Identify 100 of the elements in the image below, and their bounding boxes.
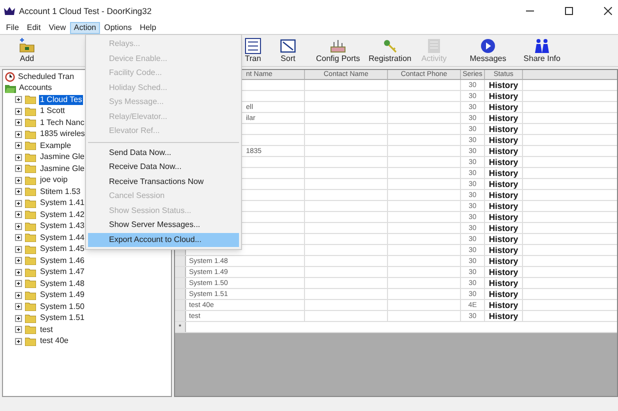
expand-icon[interactable] xyxy=(15,96,22,104)
expand-icon[interactable] xyxy=(15,188,22,196)
tree-item[interactable]: System 1.42 xyxy=(39,210,86,220)
expand-icon[interactable] xyxy=(15,130,22,138)
expand-icon[interactable] xyxy=(15,108,22,115)
expand-icon[interactable] xyxy=(15,200,22,207)
status-cell: History xyxy=(485,179,523,189)
status-cell: History xyxy=(485,102,523,112)
menu-entry[interactable]: Export Account to Cloud... xyxy=(88,232,239,247)
expand-icon[interactable] xyxy=(15,154,22,161)
toolbar-button[interactable]: Config Ports xyxy=(308,38,368,64)
folder-icon xyxy=(25,233,36,242)
folder-icon xyxy=(25,198,36,208)
tree-item[interactable]: test 40e xyxy=(39,336,70,346)
tree-item[interactable]: Jasmine Gle xyxy=(39,164,86,174)
expand-icon[interactable] xyxy=(15,326,22,334)
key-icon xyxy=(382,38,398,54)
toolbar-button[interactable]: Messages xyxy=(456,38,520,64)
toolbar-button[interactable]: Add xyxy=(2,38,52,64)
status-cell: History xyxy=(485,135,523,145)
document-icon xyxy=(245,38,261,54)
tree-item[interactable]: Example xyxy=(39,140,72,151)
expand-icon[interactable] xyxy=(15,222,22,230)
menu-entry[interactable]: Receive Data Now... xyxy=(88,160,239,174)
status-cell: History xyxy=(485,146,523,156)
status-cell: History xyxy=(485,124,523,134)
expand-icon[interactable] xyxy=(15,303,22,310)
expand-icon[interactable] xyxy=(15,246,22,253)
tree-item[interactable]: joe voip xyxy=(39,175,69,186)
tree-item[interactable]: Scheduled Tran xyxy=(18,70,74,83)
tree-item[interactable]: System 1.44 xyxy=(39,232,86,243)
tree-item[interactable]: System 1.49 xyxy=(39,290,86,300)
status-cell: History xyxy=(485,256,523,266)
expand-icon[interactable] xyxy=(15,176,22,184)
expand-icon[interactable] xyxy=(15,165,22,172)
tree-item[interactable]: Jasmine Gle xyxy=(39,152,86,162)
window-title: Account 1 Cloud Test - DoorKing32 xyxy=(19,4,152,18)
ports-icon xyxy=(330,38,346,54)
folder-icon xyxy=(5,83,16,94)
folder-icon xyxy=(25,141,36,150)
menu-entry[interactable]: Receive Transactions Now xyxy=(88,174,239,189)
toolbar-button[interactable]: Share Info xyxy=(520,38,564,64)
menu-entry[interactable]: Show Server Messages... xyxy=(88,218,239,232)
expand-icon[interactable] xyxy=(15,142,22,150)
tree-item[interactable]: System 1.50 xyxy=(39,302,86,312)
tree-item[interactable]: System 1.51 xyxy=(39,313,86,324)
folder-icon xyxy=(25,176,36,185)
expand-icon[interactable] xyxy=(15,234,22,242)
tree-item[interactable]: System 1.45 xyxy=(39,244,86,254)
close-icon[interactable] xyxy=(604,7,612,15)
status-cell: History xyxy=(485,278,523,288)
menu-item[interactable]: Help xyxy=(136,22,160,34)
tree-item[interactable]: System 1.41 xyxy=(39,198,86,208)
tree-item[interactable]: 1 Scott xyxy=(39,106,66,116)
tree-item[interactable]: System 1.46 xyxy=(39,256,86,266)
folder-icon xyxy=(25,279,36,288)
tree-item[interactable]: 1 Cloud Tes xyxy=(39,94,84,105)
expand-icon[interactable] xyxy=(15,268,22,276)
toolbar-button[interactable]: Sort xyxy=(268,38,308,64)
status-cell: History xyxy=(485,289,523,299)
crown-icon xyxy=(4,6,15,16)
status-cell: History xyxy=(485,212,523,222)
play-icon xyxy=(480,38,496,54)
toolbar-button[interactable]: Registration xyxy=(368,38,412,64)
menu-item[interactable]: Options xyxy=(100,22,136,34)
expand-icon[interactable] xyxy=(15,257,22,264)
menu-item[interactable]: Edit xyxy=(22,22,45,34)
tree-item[interactable]: System 1.43 xyxy=(39,221,86,232)
tree-item[interactable]: Stitem 1.53 xyxy=(39,186,82,197)
expand-icon[interactable] xyxy=(15,338,22,345)
status-cell: History xyxy=(485,91,523,101)
status-cell: History xyxy=(485,311,523,321)
tree-item[interactable]: test xyxy=(39,324,54,335)
folder-icon xyxy=(25,268,36,277)
menu-item[interactable]: View xyxy=(44,22,70,34)
tree-item[interactable]: Accounts xyxy=(19,82,52,94)
folder-icon xyxy=(25,106,36,116)
expand-icon[interactable] xyxy=(15,119,22,126)
tree-item[interactable]: System 1.47 xyxy=(39,267,86,278)
expand-icon[interactable] xyxy=(15,280,22,288)
tree-item[interactable]: 1 Tech Nanc xyxy=(39,118,86,128)
maximize-icon[interactable] xyxy=(565,7,573,15)
tree-item[interactable]: System 1.48 xyxy=(39,278,86,289)
status-cell: History xyxy=(485,168,523,178)
people-icon xyxy=(534,38,550,54)
menu-item[interactable]: File xyxy=(2,22,23,34)
tree-item[interactable]: 1835 wireles xyxy=(39,129,86,140)
folder-icon xyxy=(25,256,36,266)
status-cell: History xyxy=(485,267,523,277)
expand-icon[interactable] xyxy=(15,211,22,218)
expand-icon[interactable] xyxy=(15,292,22,299)
folder-icon xyxy=(25,244,36,254)
status-cell: History xyxy=(485,234,523,244)
menu-item[interactable]: Action xyxy=(70,22,100,34)
status-cell: History xyxy=(485,223,523,233)
folder-icon xyxy=(25,336,36,346)
folder-icon xyxy=(25,152,36,162)
folder-icon xyxy=(25,325,36,334)
toolbar-button[interactable]: Tran xyxy=(238,38,268,64)
expand-icon[interactable] xyxy=(15,314,22,322)
